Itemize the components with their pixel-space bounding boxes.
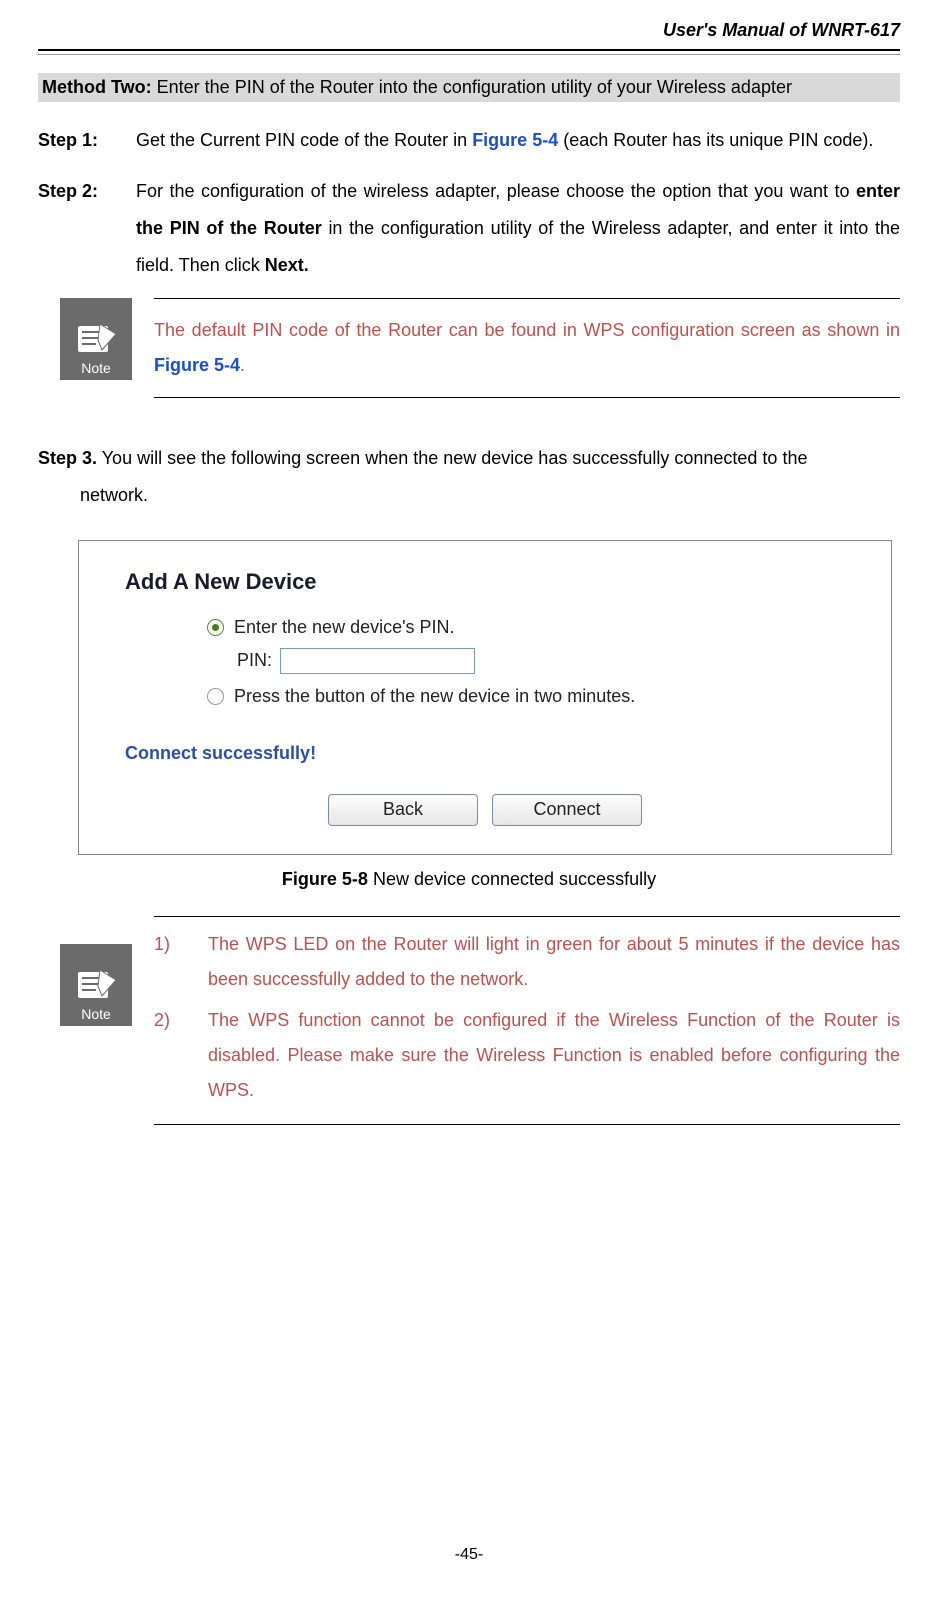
radio-opt2-label: Press the button of the new device in tw… (234, 686, 635, 707)
note-2-item-2-text: The WPS function cannot be configured if… (208, 1003, 900, 1108)
pin-row: PIN: (237, 648, 845, 674)
step-3-line2: network. (80, 477, 900, 514)
page-number: -45- (0, 1546, 938, 1564)
method-text: Enter the PIN of the Router into the con… (152, 77, 792, 97)
method-prefix: Method Two: (42, 77, 152, 97)
note-2-item-2: 2) The WPS function cannot be configured… (154, 1003, 900, 1108)
note-2-item-1-text: The WPS LED on the Router will light in … (208, 927, 900, 997)
note-icon-2: Note (60, 944, 132, 1026)
connect-success-message: Connect successfully! (125, 743, 845, 764)
step-2-bold2: Next. (265, 255, 309, 275)
figure-caption: Figure 5-8 New device connected successf… (38, 869, 900, 890)
step-1-body: Get the Current PIN code of the Router i… (136, 122, 900, 159)
step-3: Step 3. You will see the following scree… (38, 440, 900, 514)
step-2-label: Step 2: (38, 173, 118, 284)
pin-label: PIN: (237, 650, 272, 671)
note-icon-2-label: Note (81, 1006, 111, 1022)
connect-button[interactable]: Connect (492, 794, 642, 826)
radio-selected-icon[interactable] (207, 619, 224, 636)
note-1-t1: The default PIN code of the Router can b… (154, 320, 900, 340)
pin-input[interactable] (280, 648, 475, 674)
figure-title: Add A New Device (125, 569, 845, 595)
step-3-body: You will see the following screen when t… (97, 448, 807, 468)
figure-ref-5-4[interactable]: Figure 5-4 (472, 130, 558, 150)
radio-opt1-label: Enter the new device's PIN. (234, 617, 455, 638)
step-2: Step 2: For the configuration of the wir… (38, 173, 900, 284)
step-3-label: Step 3. (38, 448, 97, 468)
note-icon-label: Note (81, 360, 111, 376)
figure-ref-5-4-b[interactable]: Figure 5-4 (154, 355, 240, 375)
step-2-body: For the configuration of the wireless ad… (136, 173, 900, 284)
figure-5-8-box: Add A New Device Enter the new device's … (78, 540, 892, 855)
step-1-label: Step 1: (38, 122, 118, 159)
step-1-text-after: (each Router has its unique PIN code). (558, 130, 873, 150)
radio-option-press-button[interactable]: Press the button of the new device in tw… (207, 686, 845, 707)
page-header-title: User's Manual of WNRT-617 (38, 20, 900, 51)
back-button[interactable]: Back (328, 794, 478, 826)
note-2-item-1: 1) The WPS LED on the Router will light … (154, 927, 900, 997)
radio-option-enter-pin[interactable]: Enter the new device's PIN. (207, 617, 845, 638)
radio-unselected-icon[interactable] (207, 688, 224, 705)
note-2-item-2-num: 2) (154, 1003, 180, 1108)
figure-caption-bold: Figure 5-8 (282, 869, 368, 889)
note-2-list: 1) The WPS LED on the Router will light … (154, 916, 900, 1125)
method-two-heading: Method Two: Enter the PIN of the Router … (38, 73, 900, 102)
note-block-2: Note 1) The WPS LED on the Router will l… (60, 916, 900, 1125)
step-1-text-before: Get the Current PIN code of the Router i… (136, 130, 472, 150)
figure-caption-rest: New device connected successfully (368, 869, 656, 889)
step-1: Step 1: Get the Current PIN code of the … (38, 122, 900, 159)
note-1-t2: . (240, 355, 245, 375)
note-2-item-1-num: 1) (154, 927, 180, 997)
button-row: Back Connect (125, 794, 845, 826)
note-block-1: Note The default PIN code of the Router … (60, 298, 900, 398)
step-2-p1: For the configuration of the wireless ad… (136, 181, 856, 201)
note-icon: Note (60, 298, 132, 380)
header-divider (38, 54, 900, 55)
note-1-text: The default PIN code of the Router can b… (154, 298, 900, 398)
